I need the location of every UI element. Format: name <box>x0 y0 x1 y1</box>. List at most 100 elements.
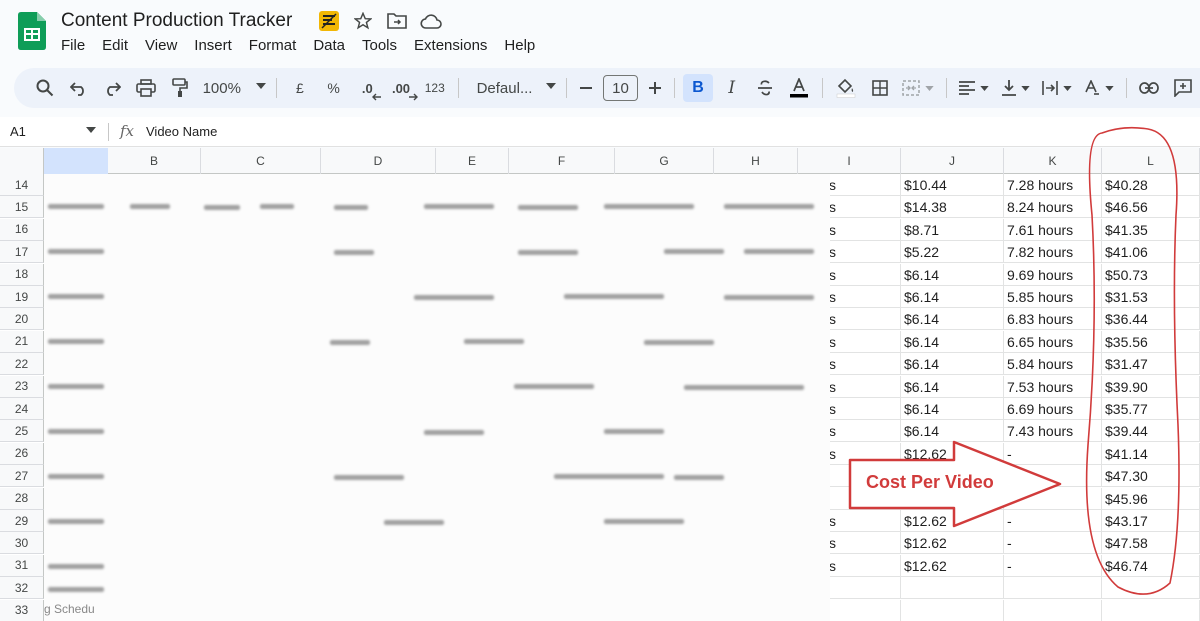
cell-j[interactable]: $6.14 <box>901 375 1004 398</box>
row-header[interactable]: 29 <box>0 510 44 532</box>
menu-view[interactable]: View <box>145 36 185 54</box>
text-color-button[interactable] <box>782 74 816 102</box>
row-header[interactable]: 21 <box>0 330 44 353</box>
decrease-decimal-button[interactable]: .0 <box>350 74 384 102</box>
cell-j[interactable]: $6.14 <box>901 263 1004 286</box>
menu-format[interactable]: Format <box>249 36 305 54</box>
search-menus-icon[interactable] <box>28 74 62 102</box>
toolbar: 100% £ % .0 .00 123 Defaul... 10 B I <box>14 68 1200 108</box>
text-wrapping-button[interactable] <box>1036 74 1078 102</box>
star-icon[interactable] <box>352 10 374 32</box>
cloud-saved-icon[interactable] <box>420 10 442 32</box>
cell-j[interactable]: $6.14 <box>901 353 1004 376</box>
cell-j[interactable]: $6.14 <box>901 330 1004 353</box>
more-formats-button[interactable]: 123 <box>418 74 452 102</box>
menu-data[interactable]: Data <box>313 36 353 54</box>
row-header[interactable]: 30 <box>0 532 44 555</box>
cell-l[interactable] <box>1102 599 1200 621</box>
merge-cells-button[interactable] <box>896 74 940 102</box>
name-box[interactable]: A1 <box>10 124 26 139</box>
cell-j[interactable]: $12.62 <box>901 554 1004 577</box>
row-header[interactable]: 28 <box>0 487 44 510</box>
column-header-j[interactable]: J <box>901 148 1004 174</box>
cell-j[interactable]: $6.14 <box>901 398 1004 420</box>
row-header[interactable]: 20 <box>0 308 44 331</box>
vertical-align-button[interactable] <box>995 74 1037 102</box>
column-header-a[interactable] <box>44 148 108 174</box>
menu-help[interactable]: Help <box>504 36 543 54</box>
menu-file[interactable]: File <box>61 36 93 54</box>
title-bar: Content Production Tracker File Edit Vie… <box>0 0 1200 66</box>
row-header[interactable]: 23 <box>0 375 44 398</box>
column-header-b[interactable]: B <box>108 148 201 174</box>
text-rotation-button[interactable] <box>1078 74 1120 102</box>
column-header-e[interactable]: E <box>436 148 509 174</box>
decrease-font-size-button[interactable] <box>573 74 599 102</box>
column-header-h[interactable]: H <box>714 148 798 174</box>
row-header[interactable]: 25 <box>0 420 44 443</box>
cell-j[interactable]: $14.38 <box>901 196 1004 219</box>
font-size-input[interactable]: 10 <box>602 75 639 101</box>
menu-insert[interactable]: Insert <box>194 36 240 54</box>
redo-icon[interactable] <box>95 74 129 102</box>
spreadsheet-grid[interactable]: B C D E F G H I J K L 14hours$10.447.28 … <box>0 148 1200 621</box>
cell-j[interactable]: $10.44 <box>901 174 1004 196</box>
blur-smudge <box>48 587 104 592</box>
row-header[interactable]: 16 <box>0 218 44 241</box>
chevron-down-icon[interactable] <box>86 127 96 133</box>
cell-j[interactable] <box>901 577 1004 600</box>
row-header[interactable]: 17 <box>0 241 44 264</box>
column-header-c[interactable]: C <box>201 148 321 174</box>
fill-color-button[interactable] <box>829 74 863 102</box>
move-folder-icon[interactable] <box>386 10 408 32</box>
strikethrough-button[interactable] <box>749 74 783 102</box>
app-script-icon[interactable] <box>318 10 340 32</box>
increase-font-size-button[interactable] <box>642 74 668 102</box>
column-header-g[interactable]: G <box>615 148 714 174</box>
cell-j[interactable] <box>901 599 1004 621</box>
menu-edit[interactable]: Edit <box>102 36 136 54</box>
row-header[interactable]: 27 <box>0 465 44 488</box>
row-header[interactable]: 32 <box>0 577 44 600</box>
zoom-select[interactable]: 100% <box>197 74 270 102</box>
font-select[interactable]: Defaul... <box>465 74 560 102</box>
menu-extensions[interactable]: Extensions <box>414 36 495 54</box>
percent-format-button[interactable]: % <box>317 74 351 102</box>
cell-j[interactable]: $6.14 <box>901 308 1004 331</box>
increase-decimal-button[interactable]: .00 <box>384 74 418 102</box>
bold-button[interactable]: B <box>683 74 713 102</box>
cell-k[interactable] <box>1004 599 1102 621</box>
insert-comment-button[interactable] <box>1166 74 1200 102</box>
menu-tools[interactable]: Tools <box>362 36 405 54</box>
column-header-d[interactable]: D <box>321 148 436 174</box>
cell-j[interactable]: $12.62 <box>901 532 1004 555</box>
row-header[interactable]: 26 <box>0 442 44 465</box>
cell-j[interactable]: $6.14 <box>901 286 1004 308</box>
blur-smudge <box>48 294 104 299</box>
italic-button[interactable]: I <box>715 74 749 102</box>
row-header[interactable]: 15 <box>0 196 44 219</box>
horizontal-align-button[interactable] <box>953 74 995 102</box>
borders-button[interactable] <box>863 74 897 102</box>
sheets-logo-icon[interactable] <box>18 12 46 50</box>
undo-icon[interactable] <box>62 74 96 102</box>
insert-link-button[interactable] <box>1133 74 1167 102</box>
row-header[interactable]: 33 <box>0 599 44 621</box>
cell-j[interactable]: $8.71 <box>901 218 1004 241</box>
select-all-corner[interactable] <box>0 148 44 174</box>
row-header[interactable]: 22 <box>0 353 44 376</box>
row-header[interactable]: 24 <box>0 398 44 420</box>
print-icon[interactable] <box>129 74 163 102</box>
row-header[interactable]: 14 <box>0 174 44 196</box>
row-header[interactable]: 19 <box>0 286 44 308</box>
paint-format-icon[interactable] <box>163 74 197 102</box>
borders-icon <box>871 80 888 96</box>
row-header[interactable]: 18 <box>0 263 44 286</box>
cell-j[interactable]: $5.22 <box>901 241 1004 264</box>
formula-input[interactable]: Video Name <box>146 124 217 139</box>
column-header-i[interactable]: I <box>798 148 901 174</box>
currency-format-button[interactable]: £ <box>283 74 317 102</box>
column-header-f[interactable]: F <box>509 148 615 174</box>
document-title[interactable]: Content Production Tracker <box>61 10 292 32</box>
row-header[interactable]: 31 <box>0 554 44 577</box>
